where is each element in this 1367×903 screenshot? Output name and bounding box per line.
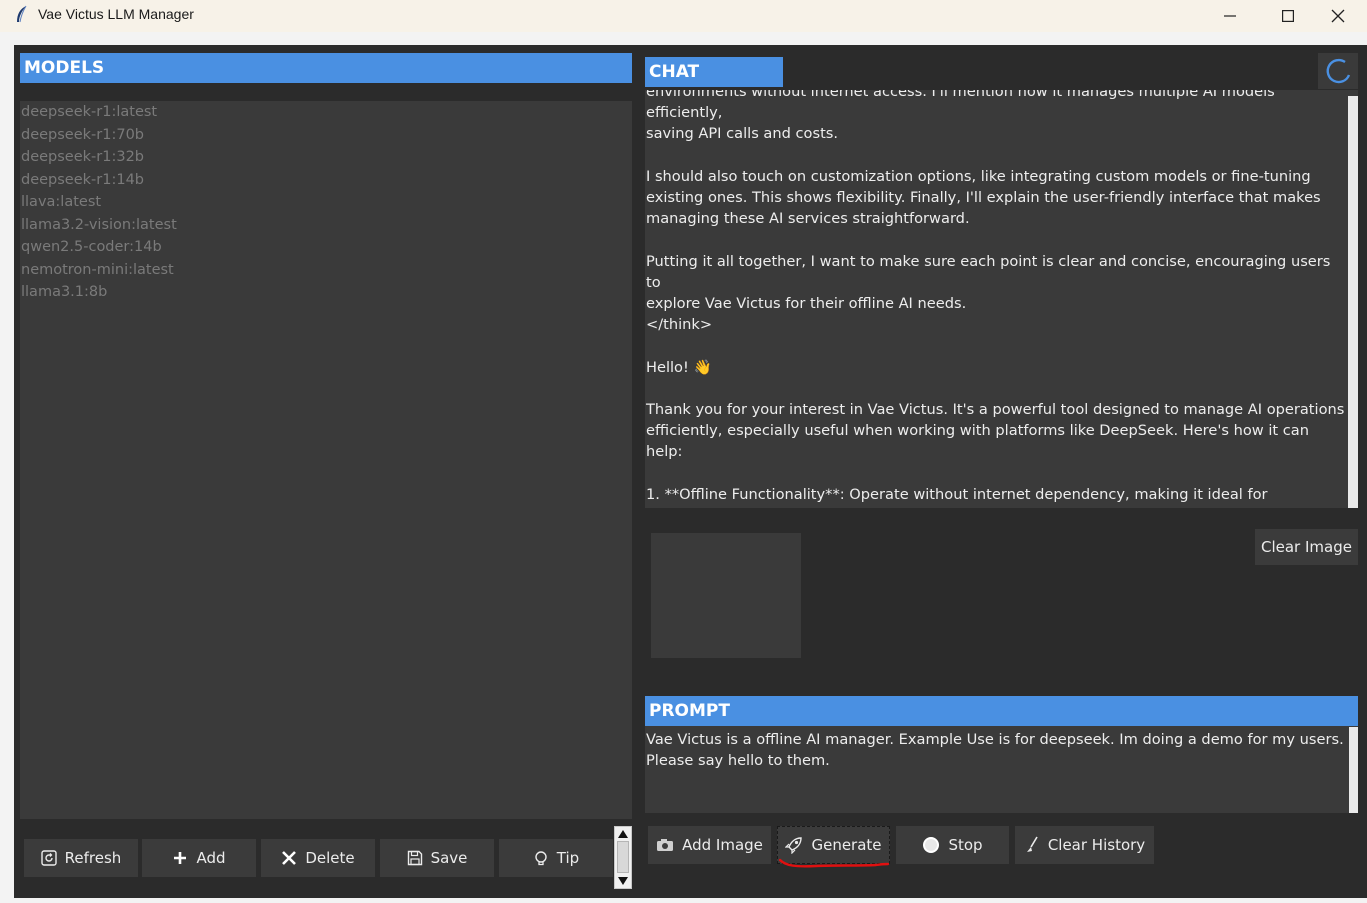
model-item[interactable]: nemotron-mini:latest (21, 262, 174, 278)
clear-history-button[interactable]: Clear History (1015, 826, 1154, 864)
maximize-icon (1282, 10, 1294, 22)
button-row-scrollbar[interactable] (614, 826, 632, 889)
prompt-input[interactable]: Vae Victus is a offline AI manager. Exam… (645, 726, 1358, 813)
stop-button[interactable]: Stop (896, 826, 1009, 864)
model-item[interactable]: llama3.2-vision:latest (21, 217, 177, 233)
clear-history-label: Clear History (1047, 836, 1146, 854)
refresh-label: Refresh (64, 849, 122, 867)
plus-icon (174, 852, 187, 864)
chat-history-text: environments without internet access. I'… (646, 90, 1345, 508)
clear-image-label: Clear Image (1261, 538, 1352, 556)
title-bar: Vae Victus LLM Manager (0, 0, 1367, 32)
scrollbar-thumb[interactable] (617, 841, 629, 873)
close-icon (1331, 9, 1345, 23)
tip-label: Tip (556, 849, 580, 867)
loading-spinner (1318, 53, 1358, 89)
chat-history-area[interactable]: environments without internet access. I'… (645, 90, 1358, 508)
lightbulb-icon (535, 851, 547, 866)
prompt-header: PROMPT (645, 696, 1358, 726)
refresh-icon (40, 850, 57, 866)
add-image-button[interactable]: Add Image (648, 826, 771, 864)
minimize-icon (1224, 15, 1236, 17)
clear-image-button[interactable]: Clear Image (1255, 529, 1358, 565)
window-title: Vae Victus LLM Manager (38, 6, 194, 22)
red-underline-annotation (778, 858, 890, 868)
delete-model-button[interactable]: Delete (261, 839, 375, 877)
chat-scrollbar[interactable] (1348, 96, 1358, 508)
model-item[interactable]: llama3.1:8b (21, 284, 107, 300)
add-label: Add (196, 849, 226, 867)
model-item[interactable]: deepseek-r1:14b (21, 172, 144, 188)
spinner-icon (1326, 58, 1351, 84)
tip-button[interactable]: Tip (499, 839, 613, 877)
save-button[interactable]: Save (380, 839, 494, 877)
camera-icon (657, 839, 674, 851)
model-item[interactable]: deepseek-r1:32b (21, 149, 144, 165)
image-preview (651, 533, 801, 658)
floppy-disk-icon (407, 850, 422, 866)
chat-history-header: CHAT HISTORY (645, 57, 783, 112)
minimize-button[interactable] (1201, 0, 1259, 32)
stop-label: Stop (948, 836, 983, 854)
close-button[interactable] (1309, 0, 1367, 32)
prompt-scrollbar[interactable] (1349, 727, 1358, 813)
x-icon (282, 851, 297, 865)
models-list[interactable]: deepseek-r1:latest deepseek-r1:70b deeps… (20, 101, 632, 819)
model-item[interactable]: llava:latest (21, 194, 101, 210)
model-item[interactable]: deepseek-r1:70b (21, 127, 144, 143)
prompt-text: Vae Victus is a offline AI manager. Exam… (646, 731, 1344, 770)
add-image-label: Add Image (682, 836, 763, 854)
broom-icon (1026, 836, 1038, 852)
scroll-up-arrow-icon (618, 830, 628, 838)
save-label: Save (430, 849, 468, 867)
refresh-button[interactable]: Refresh (24, 839, 138, 877)
model-item[interactable]: deepseek-r1:latest (21, 104, 157, 120)
model-item[interactable]: qwen2.5-coder:14b (21, 239, 162, 255)
add-model-button[interactable]: Add (142, 839, 256, 877)
stop-circle-icon (923, 837, 940, 853)
scroll-down-arrow-icon (618, 877, 628, 885)
delete-label: Delete (305, 849, 355, 867)
feather-icon (17, 5, 27, 23)
models-header: MODELS (20, 53, 632, 83)
